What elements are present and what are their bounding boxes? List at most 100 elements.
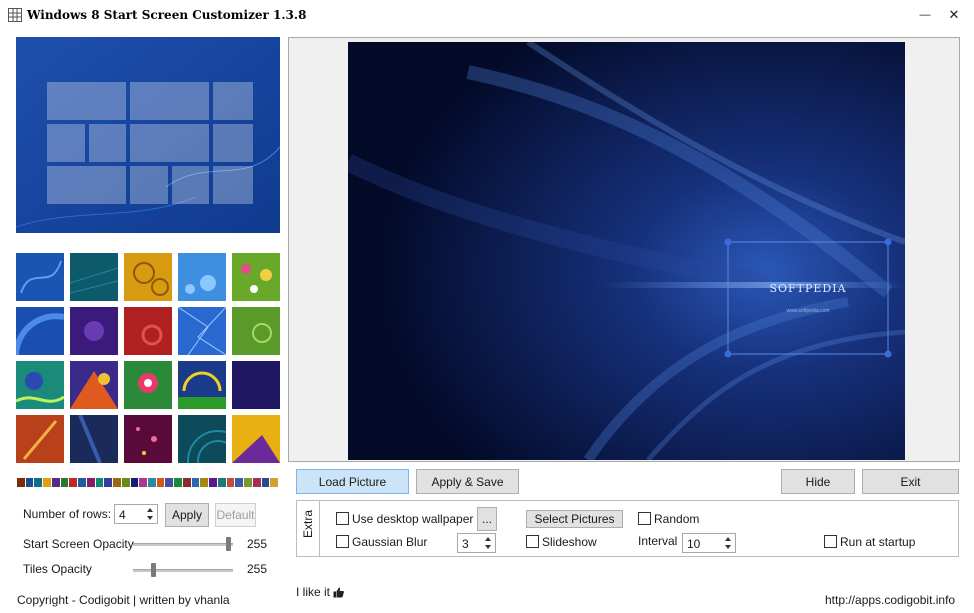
thumbnail-magenta-sparkle[interactable] [124,415,172,463]
thumbnail-guitar[interactable] [16,415,64,463]
color-swatch[interactable] [182,478,192,487]
thumbnail-red[interactable] [124,307,172,355]
app-grid-icon [8,8,22,22]
use-desktop-wallpaper-label[interactable]: Use desktop wallpaper [352,512,473,526]
thumbnail-blue-swirl[interactable] [16,253,64,301]
color-swatch-bar[interactable] [17,478,280,487]
color-swatch[interactable] [217,478,227,487]
start-opacity-value: 255 [247,537,268,551]
like-link[interactable]: I like it [296,585,344,599]
website-link[interactable]: http://apps.codigobit.info [825,593,955,607]
spinner-arrows-icon[interactable] [145,506,155,522]
interval-value: 10 [687,537,701,551]
load-picture-button[interactable]: Load Picture [296,469,409,494]
color-swatch[interactable] [121,478,131,487]
color-swatch[interactable] [226,478,236,487]
wallpaper-thumbnail-grid [16,253,280,463]
thumbnail-green-flowers[interactable] [232,253,280,301]
start-opacity-slider-thumb[interactable] [226,537,231,551]
thumbnail-purple[interactable] [70,307,118,355]
start-screen-preview [16,37,280,233]
color-swatch[interactable] [139,478,149,487]
use-desktop-wallpaper-checkbox[interactable] [336,512,349,525]
color-swatch[interactable] [235,478,245,487]
minimize-button[interactable]: — [910,0,940,30]
color-swatch[interactable] [78,478,87,487]
select-pictures-button[interactable]: Select Pictures [526,510,623,528]
minimize-icon: — [919,9,931,21]
blur-value: 3 [462,537,469,551]
random-label[interactable]: Random [654,512,699,526]
apply-rows-button[interactable]: Apply [165,503,209,527]
thumbnail-colorful-mix[interactable] [70,361,118,409]
spinner-arrows-icon[interactable] [483,535,493,551]
run-at-startup-label[interactable]: Run at startup [840,535,915,549]
color-swatch[interactable] [261,478,271,487]
close-button[interactable]: ✕ [939,0,969,30]
thumbnail-blue-crystal[interactable] [178,307,226,355]
thumbnail-rainbow[interactable] [178,361,226,409]
apply-save-button[interactable]: Apply & Save [416,469,519,494]
close-icon: ✕ [948,7,960,22]
slideshow-checkbox[interactable] [526,535,539,548]
color-swatch[interactable] [270,478,280,487]
gaussian-blur-checkbox[interactable] [336,535,349,548]
softpedia-url-text: www.softpedia.com [786,308,829,314]
blur-spinner[interactable]: 3 [457,533,496,553]
wallpaper-preview[interactable]: SOFTPEDIA www.softpedia.com [348,42,905,460]
like-label: I like it [296,585,331,599]
rows-label: Number of rows: [23,507,112,521]
thumbnail-green-lime[interactable] [232,307,280,355]
color-swatch[interactable] [69,478,79,487]
color-swatch[interactable] [60,478,70,487]
rows-spinner[interactable]: 4 [114,504,158,524]
color-swatch[interactable] [51,478,61,487]
color-swatch[interactable] [43,478,52,487]
color-swatch[interactable] [104,478,114,487]
gaussian-blur-label[interactable]: Gaussian Blur [352,535,427,549]
thumbnail-blue-arcs[interactable] [16,307,64,355]
thumbnail-gold-swirl[interactable] [124,253,172,301]
thumbnail-flower-pattern[interactable] [124,361,172,409]
start-opacity-slider-track[interactable] [133,543,233,546]
color-swatch[interactable] [95,478,105,487]
hide-button[interactable]: Hide [781,469,855,494]
slideshow-label[interactable]: Slideshow [542,535,597,549]
color-swatch[interactable] [244,478,253,487]
title-bar[interactable]: Windows 8 Start Screen Customizer 1.3.8 … [0,0,974,30]
color-swatch[interactable] [34,478,44,487]
thumbnail-green-swirl[interactable] [16,361,64,409]
default-button[interactable]: Default [215,503,256,527]
extra-legend-label: Extra [301,509,315,538]
color-swatch[interactable] [165,478,175,487]
thumbnail-dark-blue[interactable] [70,415,118,463]
exit-button[interactable]: Exit [862,469,959,494]
interval-spinner[interactable]: 10 [682,533,736,553]
rows-value: 4 [119,508,126,522]
color-swatch[interactable] [17,478,26,487]
thumbnail-yellow-purple[interactable] [232,415,280,463]
color-swatch[interactable] [209,478,218,487]
color-swatch[interactable] [25,478,35,487]
run-at-startup-checkbox[interactable] [824,535,837,548]
color-swatch[interactable] [174,478,183,487]
color-swatch[interactable] [130,478,140,487]
color-swatch[interactable] [200,478,210,487]
thumbnail-teal[interactable] [70,253,118,301]
thumbs-up-icon [333,587,344,597]
color-swatch[interactable] [156,478,166,487]
tiles-opacity-slider-track[interactable] [133,569,233,572]
random-checkbox[interactable] [638,512,651,525]
thumbnail-solid-indigo[interactable] [232,361,280,409]
browse-button[interactable]: ... [477,507,497,531]
thumbnail-sky-flowers[interactable] [178,253,226,301]
tiles-opacity-slider-thumb[interactable] [151,563,156,577]
spinner-arrows-icon[interactable] [723,535,733,551]
thumbnail-teal-rings[interactable] [178,415,226,463]
color-swatch[interactable] [113,478,122,487]
color-swatch[interactable] [191,478,201,487]
color-swatch[interactable] [252,478,262,487]
color-swatch[interactable] [86,478,96,487]
color-swatch[interactable] [148,478,157,487]
window-title: Windows 8 Start Screen Customizer 1.3.8 [27,8,307,22]
